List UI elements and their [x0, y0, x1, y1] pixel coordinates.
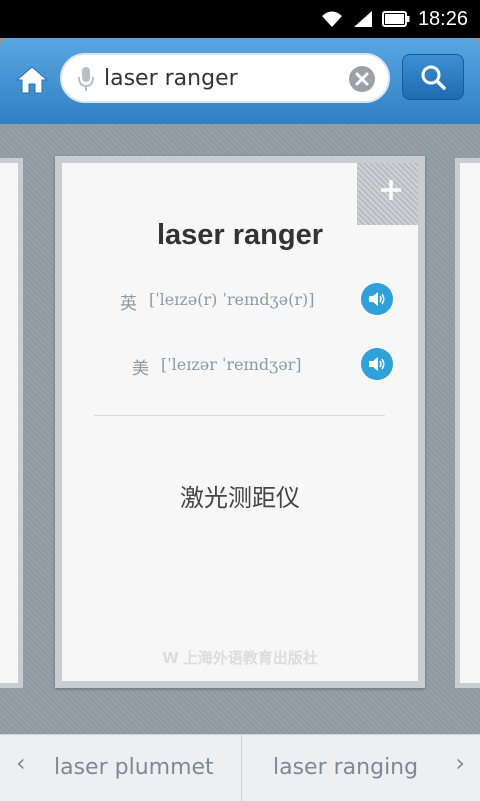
word-card: laser ranger 英 [ˈleɪzə(r) ˈreɪndʒə(r)] 美…	[55, 156, 425, 688]
home-icon	[15, 66, 49, 94]
search-icon	[421, 65, 446, 90]
publisher-w-icon: W	[162, 649, 179, 667]
uk-phonetic: [ˈleɪzə(r) ˈreɪndʒə(r)]	[149, 290, 315, 309]
uk-speaker-button[interactable]	[361, 283, 393, 315]
us-phonetic: [ˈleɪzər ˈreɪndʒər]	[161, 355, 302, 374]
next-word-button[interactable]: laser ranging ›	[241, 735, 480, 801]
add-to-wordbook-corner[interactable]	[357, 163, 418, 225]
chevron-right-icon: ›	[455, 749, 465, 777]
previous-card-edge[interactable]	[0, 158, 23, 688]
us-speaker-button[interactable]	[361, 348, 393, 380]
search-box	[60, 53, 390, 103]
bottom-nav: ‹ laser plummet laser ranging ›	[0, 734, 480, 801]
card-area: laser ranger 英 [ˈleɪzə(r) ˈreɪndʒə(r)] 美…	[0, 124, 480, 734]
previous-word-button[interactable]: ‹ laser plummet	[0, 735, 240, 801]
plus-icon	[0, 190, 2, 194]
status-time: 18:26	[417, 7, 468, 30]
wifi-icon	[321, 11, 342, 27]
speaker-icon	[369, 357, 385, 371]
status-icons: 18:26	[320, 6, 468, 32]
next-card-edge[interactable]	[455, 158, 480, 688]
us-label: 美	[132, 359, 149, 379]
chevron-left-icon: ‹	[16, 749, 26, 777]
next-word-label: laser ranging	[273, 755, 419, 780]
plus-icon	[381, 180, 401, 200]
previous-word-label: laser plummet	[54, 755, 214, 780]
battery-icon	[381, 11, 410, 27]
publisher-name: 上海外语教育出版社	[182, 649, 318, 667]
pronunciation-uk: 英 [ˈleɪzə(r) ˈreɪndʒə(r)]	[62, 283, 418, 317]
publisher-logo: W 上海外语教育出版社	[62, 647, 418, 668]
card-content: laser ranger 英 [ˈleɪzə(r) ˈreɪndʒə(r)] 美…	[62, 163, 418, 681]
clear-icon[interactable]	[348, 65, 376, 93]
definition: 激光测距仪	[180, 484, 300, 512]
search-button[interactable]	[402, 54, 464, 100]
status-bar: 18:26	[0, 0, 480, 38]
pronunciation-us: 美 [ˈleɪzər ˈreɪndʒər]	[62, 348, 418, 382]
top-bar	[0, 38, 480, 124]
speaker-icon	[369, 292, 385, 306]
divider	[94, 415, 385, 416]
search-input[interactable]	[104, 55, 339, 101]
signal-icon	[353, 11, 372, 27]
microphone-icon[interactable]	[76, 65, 96, 93]
uk-label: 英	[120, 294, 137, 314]
home-button[interactable]	[12, 60, 52, 100]
